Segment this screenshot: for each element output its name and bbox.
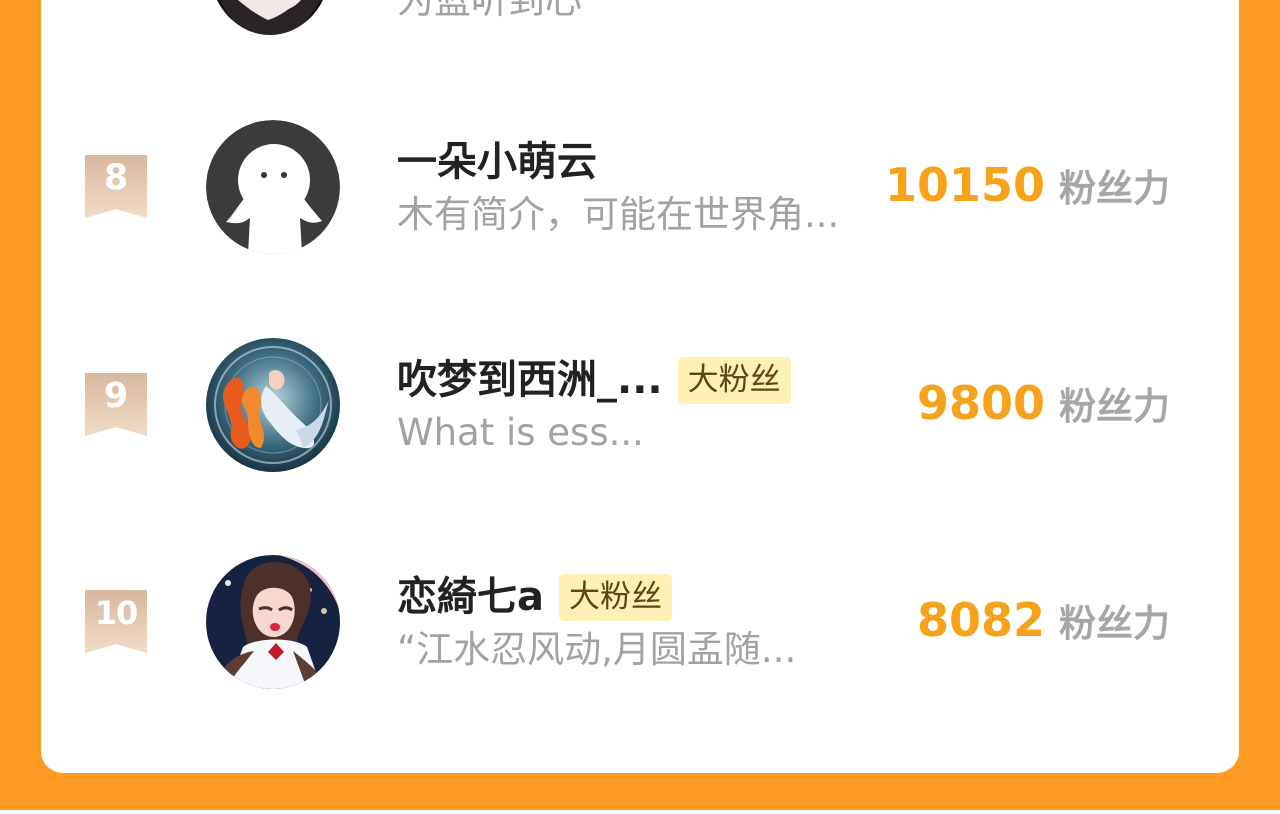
ranking-row[interactable]: 8 一朵小萌云 木有简介，可能在世界角... 10150 粉丝力 xyxy=(0,120,1280,270)
user-bio: What is ess... xyxy=(397,411,644,454)
default-avatar-icon xyxy=(206,120,340,254)
avatar[interactable] xyxy=(206,555,340,689)
bottom-divider xyxy=(0,810,1280,814)
previous-user-bio: 为蓝听到心 xyxy=(397,0,582,22)
user-name-line: 恋綺七a 大粉丝 xyxy=(397,572,672,622)
user-name-line: 吹梦到西洲_... 大粉丝 xyxy=(397,355,791,405)
rank-number: 9 xyxy=(103,376,129,416)
avatar[interactable] xyxy=(206,338,340,472)
fan-power: 10150 粉丝力 xyxy=(885,160,1170,214)
fan-power-value: 9800 xyxy=(916,376,1045,430)
fan-power: 9800 粉丝力 xyxy=(917,378,1170,432)
fan-power-value: 10150 xyxy=(884,158,1045,212)
rank-ribbon-icon: 9 xyxy=(85,373,147,436)
ranking-row[interactable]: 9 吹梦到西洲_... 大粉丝 What is ess... 9800 粉丝力 xyxy=(0,338,1280,488)
user-bio: “江水忍风动,月圆孟随... xyxy=(397,628,797,671)
user-name[interactable]: 一朵小萌云 xyxy=(397,137,597,187)
fan-power-label: 粉丝力 xyxy=(1059,167,1170,210)
rank-ribbon-icon: 8 xyxy=(85,155,147,218)
rank-ribbon-icon: 10 xyxy=(85,590,147,653)
user-name-line: 一朵小萌云 xyxy=(397,137,597,187)
fan-power: 8082 粉丝力 xyxy=(917,595,1170,649)
user-name[interactable]: 吹梦到西洲_... xyxy=(397,355,663,405)
avatar[interactable] xyxy=(206,120,340,254)
fan-power-label: 粉丝力 xyxy=(1059,602,1170,645)
ranking-row[interactable]: 10 恋綺七a 大粉丝 “江水忍风动,月圆孟随... 8082 粉丝力 xyxy=(0,555,1280,705)
fan-power-value: 8082 xyxy=(916,593,1045,647)
fan-level-badge: 大粉丝 xyxy=(559,573,672,621)
rank-number: 10 xyxy=(94,594,139,632)
fan-ranking-page: 为蓝听到心 8 一朵小萌云 木有简介，可能在世界角... 10150 粉丝力 9 xyxy=(0,0,1280,814)
user-name[interactable]: 恋綺七a xyxy=(397,572,544,622)
fan-level-badge: 大粉丝 xyxy=(677,356,791,404)
rank-number: 8 xyxy=(103,158,129,198)
fan-power-label: 粉丝力 xyxy=(1059,385,1170,428)
user-bio: 木有简介，可能在世界角... xyxy=(397,193,840,236)
